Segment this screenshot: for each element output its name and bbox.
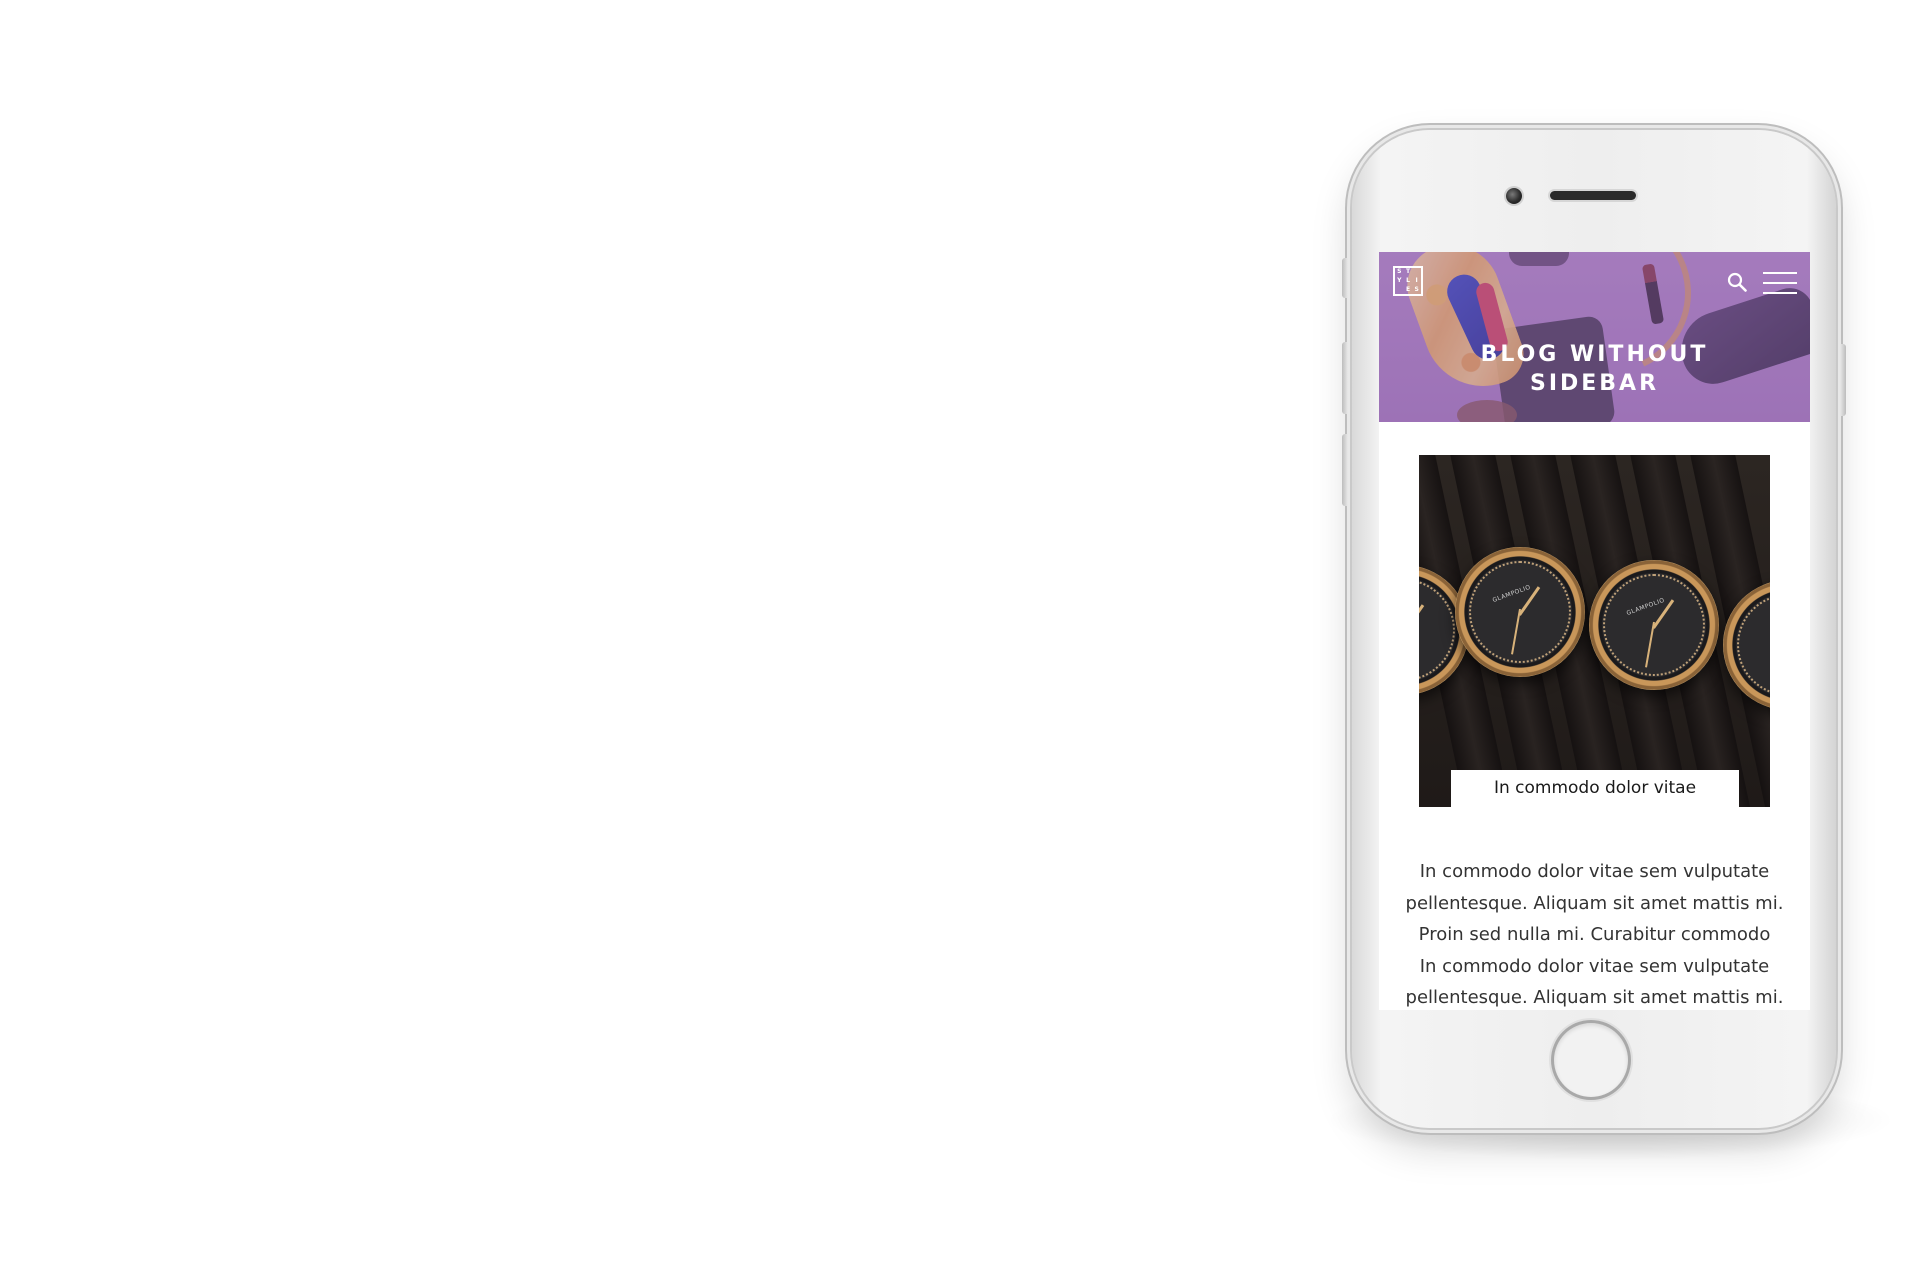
post-excerpt-line: In commodo dolor vitae sem vulputate <box>1419 955 1770 977</box>
site-logo[interactable]: S T Y L I E S <box>1393 266 1423 296</box>
logo-letter: L <box>1406 276 1410 284</box>
logo-letter: I <box>1415 276 1418 284</box>
logo-letter: Y <box>1397 276 1402 284</box>
post-excerpt-line: pellentesque. Aliquam sit amet mattis mi… <box>1405 987 1784 1009</box>
post-excerpt-line: Proin sed nulla mi. Curabitur commodo <box>1418 924 1771 946</box>
watch-face: GLAMPOLIO <box>1589 560 1719 690</box>
watch-face: GLAMPOLIO <box>1455 547 1585 677</box>
logo-letter: S <box>1397 268 1402 276</box>
logo-letter: T <box>1405 268 1411 276</box>
mockup-stage: S T Y L I E S BLOG WITHOUT SIDEBAR GLAMP… <box>0 0 1910 1272</box>
hamburger-menu-icon[interactable] <box>1763 272 1797 294</box>
power-button <box>1840 344 1846 416</box>
post-excerpt-line: pellentesque. Aliquam sit amet mattis mi… <box>1405 892 1784 914</box>
front-camera <box>1506 188 1522 204</box>
post-excerpt: In commodo dolor vitae sem vulputate pel… <box>1389 856 1800 1010</box>
post-featured-image[interactable]: GLAMPOLIO GLAMPOLIO In commodo dolor vit… <box>1419 455 1770 807</box>
page-title: BLOG WITHOUT SIDEBAR <box>1379 340 1810 398</box>
home-button <box>1554 1023 1628 1097</box>
phone-screen: S T Y L I E S BLOG WITHOUT SIDEBAR GLAMP… <box>1379 252 1810 1010</box>
earpiece-speaker <box>1550 191 1636 200</box>
post-title-caption[interactable]: In commodo dolor vitae <box>1451 770 1739 807</box>
logo-letter: E <box>1405 285 1411 293</box>
phone-frame: S T Y L I E S BLOG WITHOUT SIDEBAR GLAMP… <box>1342 130 1846 1128</box>
logo-letter: S <box>1414 285 1419 293</box>
mute-switch <box>1342 258 1348 298</box>
page-title-line: BLOG WITHOUT <box>1480 342 1709 367</box>
page-title-line: SIDEBAR <box>1529 371 1660 396</box>
volume-down-button <box>1342 434 1348 506</box>
volume-up-button <box>1342 342 1348 414</box>
page-hero: S T Y L I E S BLOG WITHOUT SIDEBAR <box>1379 252 1810 422</box>
post-excerpt-line: In commodo dolor vitae sem vulputate <box>1419 861 1770 882</box>
search-icon[interactable] <box>1727 272 1747 292</box>
